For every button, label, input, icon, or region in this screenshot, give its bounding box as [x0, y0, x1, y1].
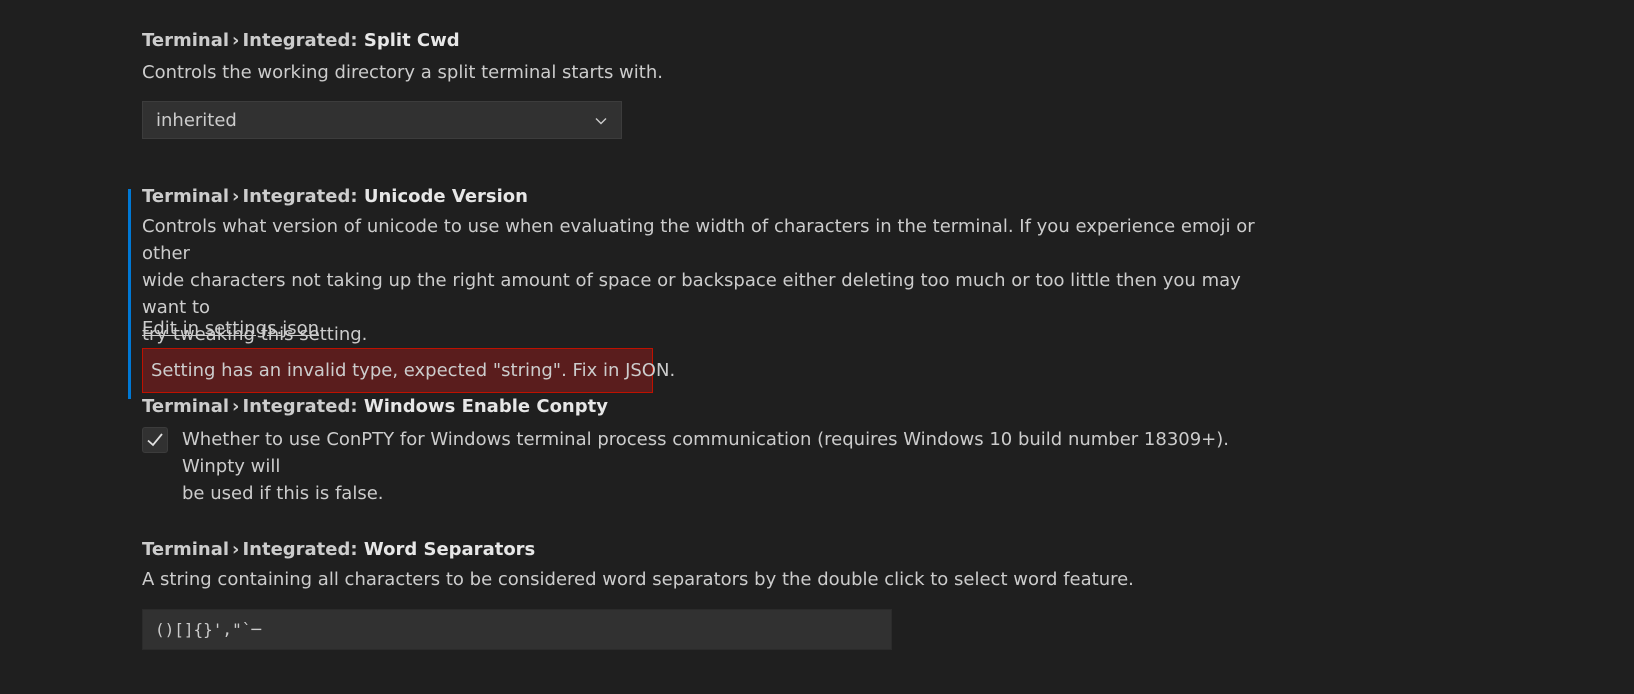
- setting-description: Whether to use ConPTY for Windows termin…: [182, 426, 1292, 507]
- setting-subcategory: Integrated:: [242, 30, 358, 51]
- setting-subcategory: Integrated:: [242, 186, 358, 207]
- setting-title: Terminal › Integrated: Windows Enable Conp…: [142, 395, 608, 419]
- dropdown-value: inherited: [156, 110, 237, 131]
- setting-title: Terminal › Integrated: Word Separators: [142, 538, 1287, 562]
- setting-title: Terminal › Integrated: Split Cwd: [142, 29, 1287, 53]
- setting-category: Terminal: [142, 30, 230, 51]
- setting-category: Terminal: [142, 539, 230, 560]
- setting-label: Windows Enable Conpty: [363, 396, 608, 417]
- setting-split-cwd: Terminal › Integrated: Split Cwd Controls …: [142, 29, 1287, 86]
- setting-description: A string containing all characters to be…: [142, 569, 1134, 590]
- breadcrumb-separator: ›: [232, 539, 240, 560]
- setting-subcategory: Integrated:: [242, 539, 358, 560]
- word-separators-input-box: [142, 609, 892, 650]
- breadcrumb-separator: ›: [232, 396, 240, 417]
- setting-label: Word Separators: [363, 539, 536, 560]
- description-line: Controls what version of unicode to use …: [142, 216, 1255, 264]
- setting-subcategory: Integrated:: [242, 396, 358, 417]
- breadcrumb-separator: ›: [232, 30, 240, 51]
- breadcrumb-separator: ›: [232, 186, 240, 207]
- error-message: Setting has an invalid type, expected "s…: [151, 360, 676, 381]
- setting-category: Terminal: [142, 186, 230, 207]
- settings-editor: Terminal › Integrated: Split Cwd Controls …: [0, 0, 1634, 694]
- description-line: wide characters not taking up the right …: [142, 270, 1241, 318]
- split-cwd-dropdown[interactable]: inherited: [142, 101, 622, 139]
- setting-description: Controls the working directory a split t…: [142, 62, 663, 83]
- setting-windows-enable-conpty: Terminal › Integrated: Windows Enable Conp…: [142, 395, 608, 419]
- checkmark-icon: [147, 433, 163, 447]
- description-line: Whether to use ConPTY for Windows termin…: [182, 429, 1229, 477]
- validation-error: Setting has an invalid type, expected "s…: [142, 348, 675, 393]
- setting-category: Terminal: [142, 396, 230, 417]
- edit-in-settings-json-link[interactable]: Edit in settings.json: [142, 318, 319, 339]
- setting-title: Terminal › Integrated: Unicode Version: [142, 185, 1287, 209]
- setting-label: Split Cwd: [363, 30, 460, 51]
- focus-indicator: [128, 189, 131, 399]
- setting-label: Unicode Version: [363, 186, 528, 207]
- conpty-checkbox[interactable]: [142, 427, 168, 453]
- setting-word-separators: Terminal › Integrated: Word Separators A s…: [142, 538, 1287, 593]
- description-line: be used if this is false.: [182, 483, 384, 504]
- chevron-down-icon: [595, 118, 607, 125]
- word-separators-input[interactable]: [143, 610, 887, 649]
